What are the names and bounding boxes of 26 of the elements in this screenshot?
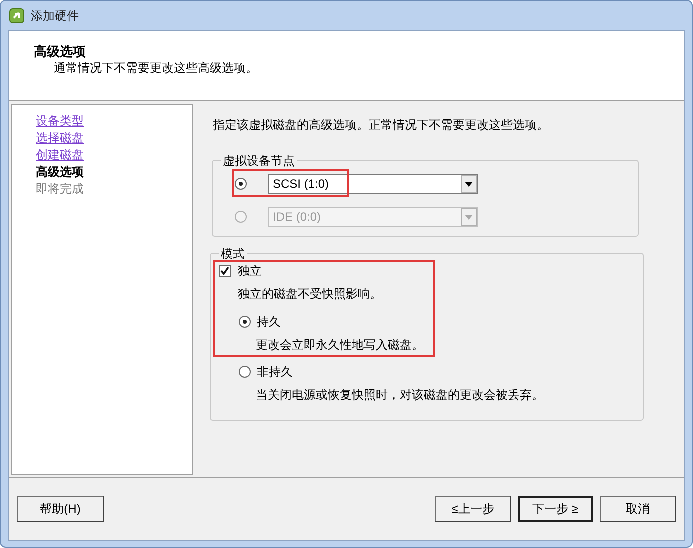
- device-node-dropdown[interactable]: SCSI (1:0): [268, 174, 478, 194]
- step-link[interactable]: 选择磁盘: [36, 130, 84, 147]
- option-description: 独立的磁盘不受快照影响。: [238, 286, 382, 303]
- header-title: 高级选项: [34, 43, 86, 60]
- option-description: 更改会立即永久性地写入磁盘。: [256, 337, 424, 354]
- help-button[interactable]: 帮助(H): [17, 496, 104, 522]
- window-title: 添加硬件: [31, 8, 79, 24]
- back-button[interactable]: ≤上一步: [435, 496, 511, 522]
- radio-label[interactable]: 非持久: [257, 363, 293, 381]
- header-subtitle: 通常情况下不需要更改这些高级选项。: [53, 60, 258, 76]
- checkbox-label[interactable]: 独立: [238, 262, 262, 280]
- radio-button[interactable]: [239, 366, 251, 378]
- next-button[interactable]: 下一步 ≥: [518, 496, 593, 522]
- app-icon: [9, 8, 25, 24]
- radio-label[interactable]: 持久: [257, 313, 281, 331]
- step-label: 即将完成: [36, 181, 84, 198]
- step-link[interactable]: 创建磁盘: [36, 147, 84, 164]
- cancel-button[interactable]: 取消: [600, 496, 676, 522]
- group-legend: 虚拟设备节点: [221, 152, 297, 170]
- step-label: 高级选项: [36, 164, 84, 181]
- radio-button[interactable]: [239, 316, 251, 328]
- option-description: 当关闭电源或恢复快照时，对该磁盘的更改会被丢弃。: [256, 387, 544, 404]
- checkbox[interactable]: [219, 265, 231, 277]
- step-link[interactable]: 设备类型: [36, 113, 84, 130]
- radio-button[interactable]: [235, 178, 247, 190]
- description-text: 指定该虚拟磁盘的高级选项。正常情况下不需要更改这些选项。: [213, 117, 549, 134]
